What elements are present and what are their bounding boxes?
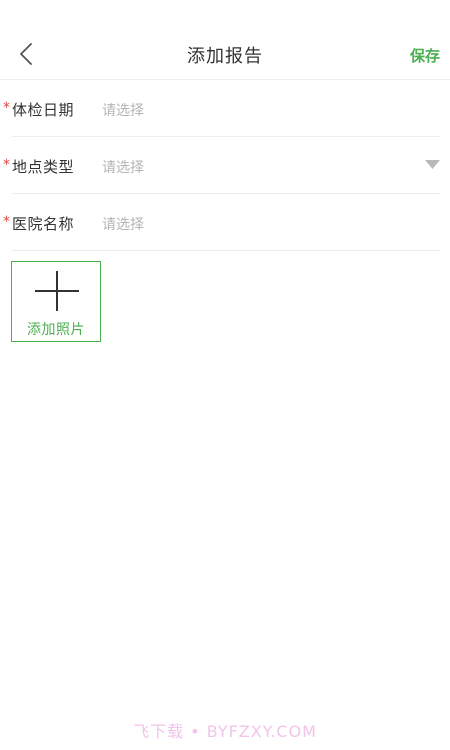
required-mark: *: [3, 100, 10, 116]
add-report-page: 添加报告 保存 * 体检日期 请选择 * 地点类型 请选择 * 医院名称 请选择…: [0, 0, 450, 750]
header-bar: 添加报告 保存: [0, 28, 450, 80]
page-title: 添加报告: [187, 46, 263, 67]
save-button[interactable]: 保存: [410, 45, 440, 66]
row-divider: [12, 250, 440, 251]
form-row-location-type: * 地点类型 请选择: [0, 137, 450, 194]
watermark-text: 飞下载 • BYFZXY.COM: [133, 722, 317, 741]
plus-icon: [35, 271, 79, 311]
location-type-select[interactable]: 请选择: [102, 157, 410, 177]
hospital-name-label: 医院名称: [12, 215, 75, 233]
triangle-down-icon[interactable]: [425, 160, 440, 170]
required-mark: *: [3, 214, 10, 230]
add-photo-label: 添加照片: [27, 322, 85, 338]
add-photo-button[interactable]: 添加照片: [11, 261, 101, 342]
exam-date-label: 体检日期: [12, 101, 75, 119]
exam-date-select[interactable]: 请选择: [102, 100, 410, 120]
location-type-label: 地点类型: [12, 158, 75, 176]
form-row-exam-date: * 体检日期 请选择: [0, 80, 450, 137]
hospital-name-select[interactable]: 请选择: [102, 214, 410, 234]
form-row-hospital-name: * 医院名称 请选择: [0, 194, 450, 251]
required-mark: *: [3, 157, 10, 173]
